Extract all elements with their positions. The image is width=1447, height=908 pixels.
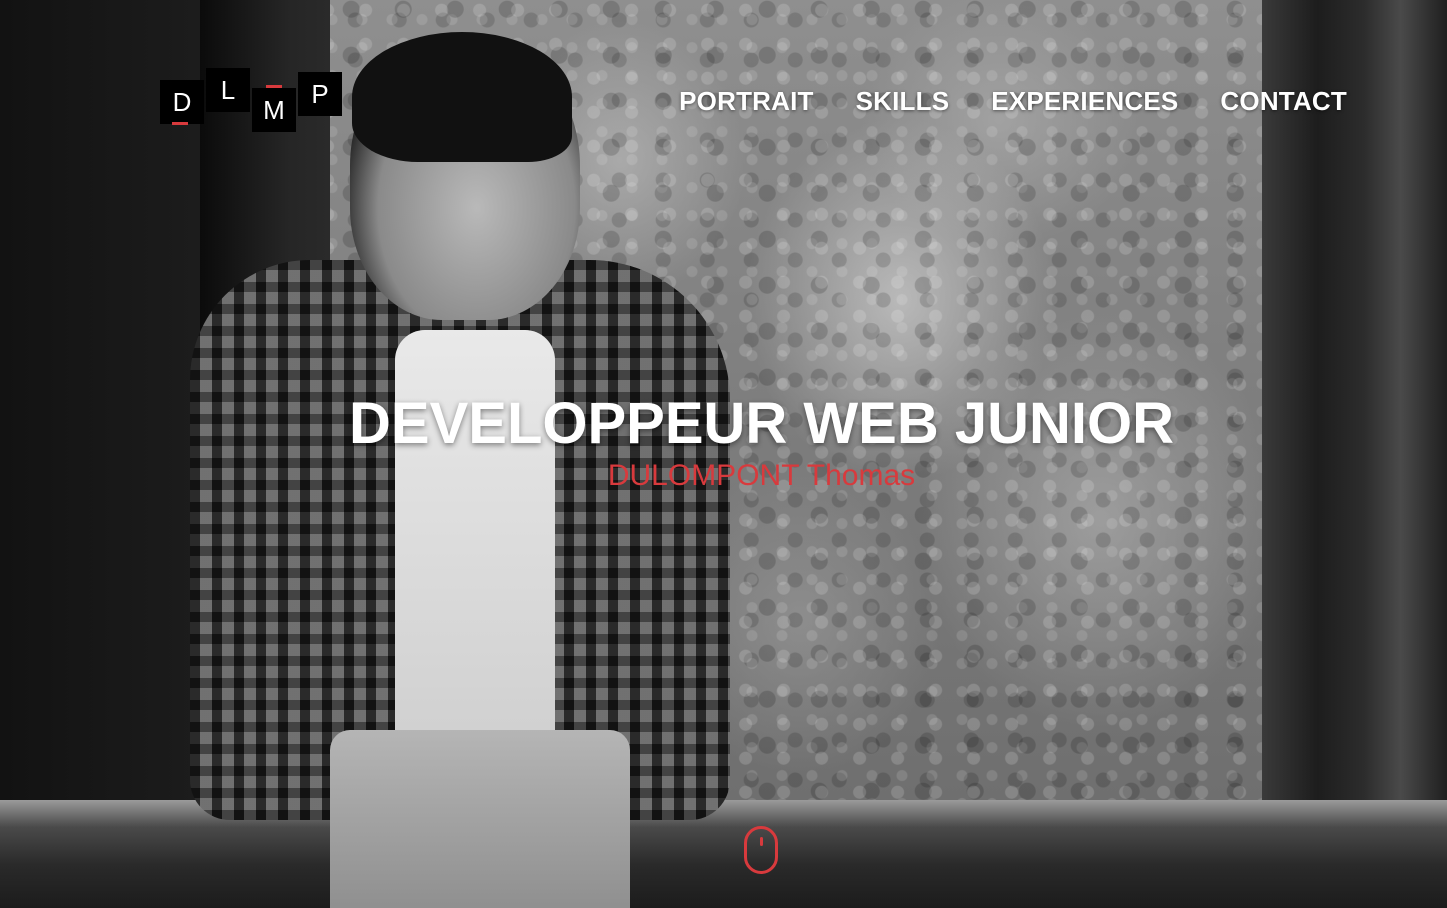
site-logo[interactable]: D L M P — [160, 66, 350, 136]
main-nav: PORTRAIT SKILLS EXPERIENCES CONTACT — [679, 86, 1347, 117]
nav-portrait[interactable]: PORTRAIT — [679, 86, 813, 117]
logo-letter-p: P — [298, 72, 342, 116]
hero-title: DEVELOPPEUR WEB JUNIOR — [349, 391, 1174, 456]
nav-skills[interactable]: SKILLS — [856, 86, 950, 117]
logo-letter-m: M — [252, 88, 296, 132]
nav-contact[interactable]: CONTACT — [1220, 86, 1347, 117]
hero-section: D L M P PORTRAIT SKILLS EXPERIENCES CONT… — [0, 0, 1447, 908]
mouse-wheel — [759, 837, 763, 846]
person-hair — [352, 32, 572, 162]
hero-subtitle: DULOMPONT Thomas — [607, 459, 916, 492]
logo-letter-d: D — [160, 80, 204, 124]
nav-experiences[interactable]: EXPERIENCES — [991, 86, 1178, 117]
person-pants — [330, 730, 630, 908]
mouse-scroll-icon[interactable] — [744, 826, 778, 874]
logo-accent-d — [172, 122, 188, 125]
hero-title-block: DEVELOPPEUR WEB JUNIOR DULOMPONT Thomas — [0, 390, 1447, 493]
logo-accent-m — [266, 85, 282, 88]
logo-letter-l: L — [206, 68, 250, 112]
